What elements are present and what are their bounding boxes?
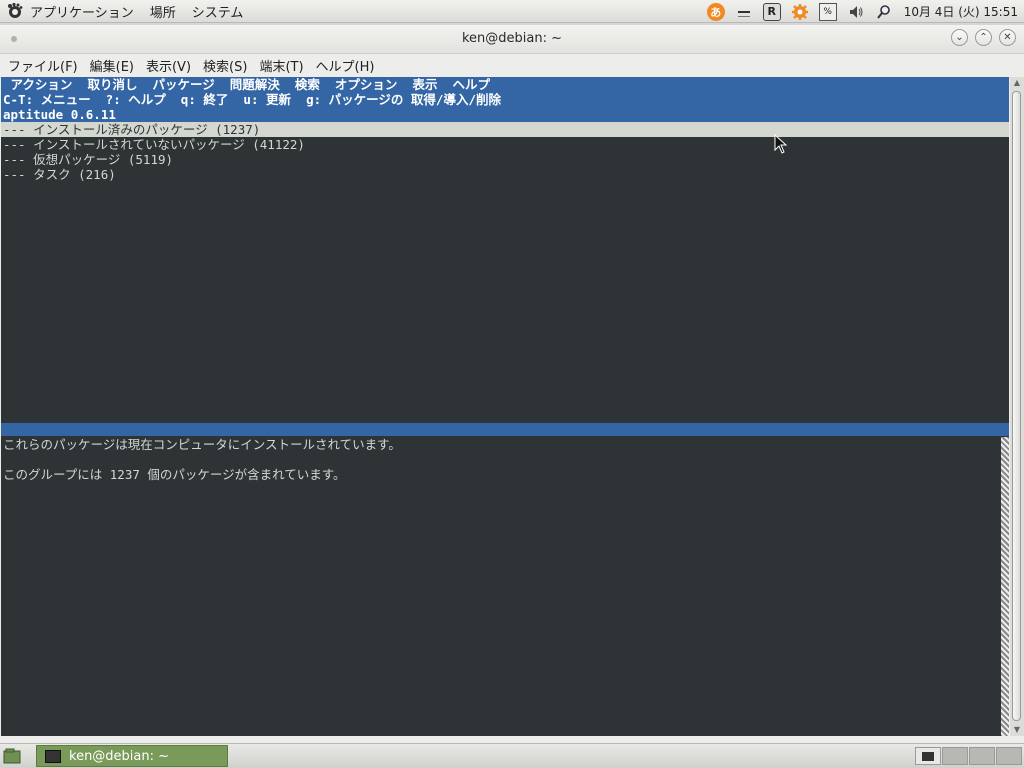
terminal-screen[interactable]: アクション 取り消し パッケージ 問題解決 検索 オプション 表示 ヘルプ C-… (1, 77, 1009, 736)
package-group-installed[interactable]: --- インストール済みのパッケージ (1237) (1, 122, 1009, 137)
aptitude-status-separator (1, 423, 1009, 436)
terminal-icon (45, 749, 61, 763)
scroll-down-icon[interactable]: ▼ (1010, 724, 1024, 736)
description-scroll-indicator (1001, 437, 1009, 736)
system-tray: あ R % 10月 4日 (火) 15:51 (696, 0, 1024, 23)
terminal-window: ken@debian: ~ ⌄ ⌃ ✕ ファイル(F) 編集(E) 表示(V) … (0, 25, 1024, 743)
input-method-label: あ (710, 5, 722, 19)
scroll-up-icon[interactable]: ▲ (1010, 77, 1024, 89)
workspace-4[interactable] (996, 747, 1022, 765)
top-panel: アプリケーション 場所 システム あ R % 10月 4日 (火) 15:51 (0, 0, 1024, 23)
volume-icon[interactable] (847, 3, 865, 21)
applications-menu[interactable]: アプリケーション (30, 2, 134, 21)
search-icon[interactable] (875, 3, 893, 21)
workspace-3[interactable] (969, 747, 995, 765)
window-titlebar[interactable]: ken@debian: ~ ⌄ ⌃ ✕ (0, 25, 1024, 54)
keyboard-label: % (823, 6, 832, 17)
package-description: これらのパッケージは現在コンピュータにインストールされています。 このグループに… (1, 437, 1001, 482)
package-group-tasks[interactable]: --- タスク (216) (1, 167, 1009, 182)
description-line: これらのパッケージは現在コンピュータにインストールされています。 (3, 437, 401, 452)
aptitude-hint-line: C-T: メニュー ?: ヘルプ q: 終了 u: 更新 g: パッケージの 取… (1, 92, 1009, 107)
chevron-up-icon: ⌃ (979, 31, 988, 43)
package-group-virtual[interactable]: --- 仮想パッケージ (5119) (1, 152, 1009, 167)
workspace-2[interactable] (942, 747, 968, 765)
gear-icon[interactable] (791, 3, 809, 21)
workspace-1[interactable] (915, 747, 941, 765)
menu-terminal[interactable]: 端末(T) (259, 56, 303, 75)
places-menu[interactable]: 場所 (150, 2, 176, 21)
workspace-window-thumb (922, 752, 934, 761)
keyboard-icon[interactable]: % (818, 2, 837, 21)
menu-help[interactable]: ヘルプ(H) (316, 56, 375, 75)
minimize-button[interactable]: ⌄ (951, 29, 968, 46)
close-icon: ✕ (1003, 31, 1012, 43)
bottom-panel: ken@debian: ~ (0, 743, 1024, 768)
menu-search[interactable]: 検索(S) (203, 56, 247, 75)
aptitude-version-line: aptitude 0.6.11 (1, 107, 1009, 122)
r-label: R (767, 5, 776, 18)
taskbar-terminal-button[interactable]: ken@debian: ~ (36, 745, 228, 767)
description-line: このグループには 1237 個のパッケージが含まれています。 (3, 467, 346, 482)
menu-view[interactable]: 表示(V) (146, 56, 191, 75)
r-icon[interactable]: R (762, 2, 781, 21)
menu-edit[interactable]: 編集(E) (90, 56, 134, 75)
scrollbar-thumb[interactable] (1012, 91, 1021, 721)
mouse-cursor-icon (774, 134, 788, 154)
description-line (1, 452, 1001, 467)
maximize-button[interactable]: ⌃ (975, 29, 992, 46)
terminal-scrollbar[interactable]: ▲ ▼ (1010, 77, 1024, 736)
window-title: ken@debian: ~ (461, 31, 563, 46)
window-list-icon[interactable] (735, 3, 753, 21)
chevron-down-icon: ⌄ (955, 31, 964, 43)
aptitude-menu-bar[interactable]: アクション 取り消し パッケージ 問題解決 検索 オプション 表示 ヘルプ (1, 77, 1009, 92)
system-menu[interactable]: システム (192, 2, 244, 21)
package-group-not-installed[interactable]: --- インストールされていないパッケージ (41122) (1, 137, 1009, 152)
taskbar-label: ken@debian: ~ (69, 748, 170, 764)
menu-file[interactable]: ファイル(F) (8, 56, 78, 75)
gnome-foot-icon[interactable] (6, 2, 24, 20)
close-button[interactable]: ✕ (999, 29, 1016, 46)
input-method-icon[interactable]: あ (706, 2, 725, 21)
menubar: ファイル(F) 編集(E) 表示(V) 検索(S) 端末(T) ヘルプ(H) (0, 54, 1024, 78)
workspace-switcher (914, 747, 1022, 765)
clock[interactable]: 10月 4日 (火) 15:51 (904, 3, 1018, 20)
show-desktop-icon[interactable] (3, 748, 21, 764)
